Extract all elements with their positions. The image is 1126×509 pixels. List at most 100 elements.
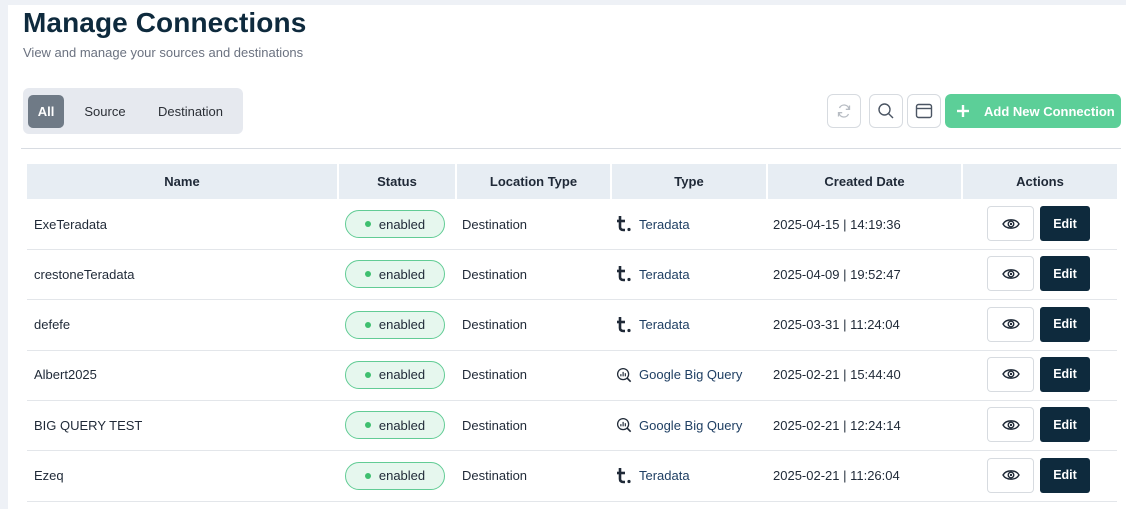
type-cell: Teradata — [616, 199, 766, 249]
refresh-icon — [837, 104, 851, 118]
column-header-created-date: Created Date — [766, 164, 961, 199]
search-icon — [878, 103, 894, 119]
status-label: enabled — [378, 367, 426, 383]
type-cell: Teradata — [616, 300, 766, 350]
connector-type-label: Teradata — [639, 216, 690, 232]
divider — [21, 148, 1121, 149]
table-row[interactable]: Albert2025 enabled Destination Google Bi… — [27, 350, 1117, 401]
created-date: 2025-02-21 | 15:44:40 — [773, 367, 901, 383]
status-cell: enabled — [345, 350, 455, 400]
connector-type-label: Google Big Query — [639, 367, 743, 383]
teradata-icon — [616, 316, 632, 334]
type-cell: Google Big Query — [616, 400, 766, 450]
type-cell: Teradata — [616, 249, 766, 299]
connector-type-link[interactable]: Google Big Query — [616, 366, 742, 384]
add-connection-label: Add New Connection — [984, 103, 1115, 119]
table-row[interactable]: crestoneTeradata enabled Destination Ter… — [27, 249, 1117, 301]
status-badge: enabled — [345, 411, 445, 440]
edit-button[interactable]: Edit — [1040, 206, 1090, 241]
status-badge: enabled — [345, 210, 445, 238]
type-cell: Google Big Query — [616, 350, 766, 400]
status-dot-icon — [364, 422, 371, 429]
connector-type-link[interactable]: Teradata — [616, 215, 690, 233]
column-header-status: Status — [337, 164, 455, 199]
status-badge: enabled — [345, 360, 445, 389]
edit-button[interactable]: Edit — [1040, 407, 1090, 443]
connector-type-link[interactable]: Teradata — [616, 467, 690, 485]
edit-button[interactable]: Edit — [1040, 457, 1090, 493]
table-row[interactable]: defefe enabled Destination Teradata 2025… — [27, 300, 1117, 351]
filter-all-button[interactable]: All — [28, 95, 64, 128]
table-row[interactable]: Ezeq enabled Destination Teradata 2025-0… — [27, 451, 1117, 502]
status-cell: enabled — [345, 199, 455, 249]
status-label: enabled — [378, 317, 426, 333]
status-label: enabled — [378, 266, 426, 282]
connector-type-link[interactable]: Google Big Query — [616, 416, 742, 434]
connection-name: Albert2025 — [34, 367, 97, 383]
status-dot-icon — [364, 472, 371, 479]
created-date: 2025-03-31 | 11:24:04 — [773, 317, 900, 333]
status-dot-icon — [364, 221, 371, 227]
window-icon — [915, 103, 933, 119]
view-button[interactable] — [987, 256, 1034, 292]
type-cell: Teradata — [616, 451, 766, 501]
connection-name: defefe — [34, 317, 71, 333]
column-header-location-type: Location Type — [455, 164, 610, 199]
status-cell: enabled — [345, 451, 455, 501]
view-button[interactable] — [987, 457, 1034, 493]
edit-button[interactable]: Edit — [1040, 306, 1090, 342]
view-button[interactable] — [987, 407, 1034, 443]
page-subtitle: View and manage your sources and destina… — [23, 45, 304, 60]
bigquery-icon — [616, 366, 632, 384]
column-header-type: Type — [610, 164, 766, 199]
created-date: 2025-02-21 | 12:24:14 — [773, 417, 901, 433]
connection-name: BIG QUERY TEST — [34, 417, 143, 433]
eye-icon — [1001, 218, 1020, 229]
eye-icon — [1001, 470, 1020, 480]
status-badge: enabled — [345, 461, 445, 490]
eye-icon — [1001, 419, 1020, 430]
manage-connections-page: Manage Connections View and manage your … — [8, 5, 1126, 509]
table-row[interactable]: ExeTeradata enabled Destination Teradata… — [27, 199, 1117, 250]
location-type: Destination — [462, 468, 528, 483]
connector-type-label: Teradata — [639, 266, 690, 282]
created-date: 2025-02-21 | 11:26:04 — [773, 468, 900, 483]
status-label: enabled — [378, 417, 426, 433]
connection-filter-group: All Source Destination — [23, 88, 243, 134]
status-dot-icon — [364, 321, 371, 328]
edit-button[interactable]: Edit — [1040, 356, 1090, 392]
status-dot-icon — [364, 371, 371, 378]
teradata-icon — [616, 265, 632, 283]
created-date: 2025-04-15 | 14:19:36 — [773, 216, 901, 232]
status-cell: enabled — [345, 400, 455, 450]
created-date: 2025-04-09 | 19:52:47 — [773, 266, 901, 282]
edit-button[interactable]: Edit — [1040, 256, 1090, 292]
view-button[interactable] — [987, 206, 1034, 241]
connector-type-link[interactable]: Teradata — [616, 316, 690, 334]
table-row[interactable]: BIG QUERY TEST enabled Destination Googl… — [27, 400, 1117, 452]
refresh-button[interactable] — [827, 94, 861, 128]
add-new-connection-button[interactable]: Add New Connection — [945, 94, 1121, 128]
search-button[interactable] — [869, 94, 903, 128]
page-title: Manage Connections — [23, 7, 307, 38]
teradata-icon — [616, 215, 632, 233]
view-button[interactable] — [987, 306, 1034, 342]
connection-name: crestoneTeradata — [34, 266, 135, 282]
connector-type-label: Teradata — [639, 468, 690, 483]
connection-name: ExeTeradata — [34, 216, 107, 232]
plus-icon — [957, 105, 969, 117]
status-cell: enabled — [345, 249, 455, 299]
filter-destination-button[interactable]: Destination — [148, 95, 233, 128]
status-cell: enabled — [345, 300, 455, 350]
table-header: Name Status Location Type Type Created D… — [27, 164, 1117, 199]
status-badge: enabled — [345, 260, 445, 289]
eye-icon — [1001, 268, 1020, 279]
connector-type-link[interactable]: Teradata — [616, 265, 690, 283]
view-button[interactable] — [987, 356, 1034, 392]
layout-button[interactable] — [907, 94, 941, 128]
status-dot-icon — [364, 271, 371, 278]
filter-source-button[interactable]: Source — [75, 95, 135, 128]
location-type: Destination — [462, 266, 528, 282]
connector-type-label: Teradata — [639, 317, 690, 333]
status-label: enabled — [378, 468, 426, 483]
